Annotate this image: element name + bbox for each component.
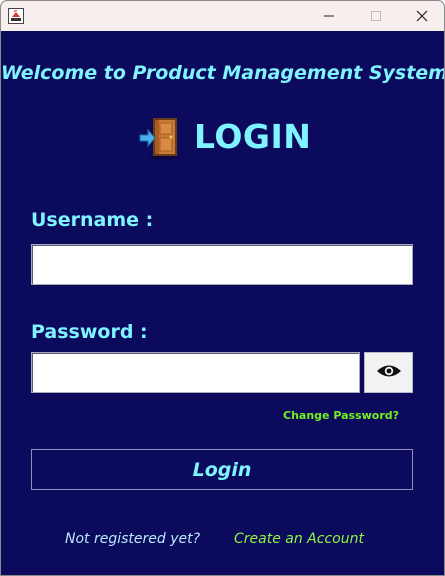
- maximize-button: [353, 1, 399, 31]
- username-field[interactable]: [31, 244, 413, 285]
- close-icon: [416, 7, 428, 26]
- maximize-icon: [370, 7, 382, 26]
- password-field[interactable]: [31, 352, 360, 393]
- login-button[interactable]: Login: [31, 449, 413, 490]
- minimize-icon: [323, 7, 335, 26]
- login-panel: Welcome to Product Management System LOG…: [1, 31, 445, 575]
- password-label: Password :: [31, 321, 148, 343]
- username-label: Username :: [31, 209, 154, 231]
- title-bar: [1, 1, 444, 31]
- login-heading: LOGIN: [194, 117, 312, 156]
- change-password-link[interactable]: Change Password?: [283, 409, 399, 422]
- minimize-button[interactable]: [306, 1, 352, 31]
- not-registered-text: Not registered yet?: [65, 531, 201, 547]
- eye-icon: [376, 363, 402, 383]
- create-account-link[interactable]: Create an Account: [234, 531, 364, 547]
- show-password-button[interactable]: [364, 352, 413, 393]
- close-button[interactable]: [399, 1, 444, 31]
- door-exit-icon: [138, 115, 182, 161]
- welcome-title: Welcome to Product Management System: [1, 62, 445, 84]
- java-app-icon[interactable]: [8, 8, 24, 24]
- app-window: Welcome to Product Management System LOG…: [0, 0, 445, 576]
